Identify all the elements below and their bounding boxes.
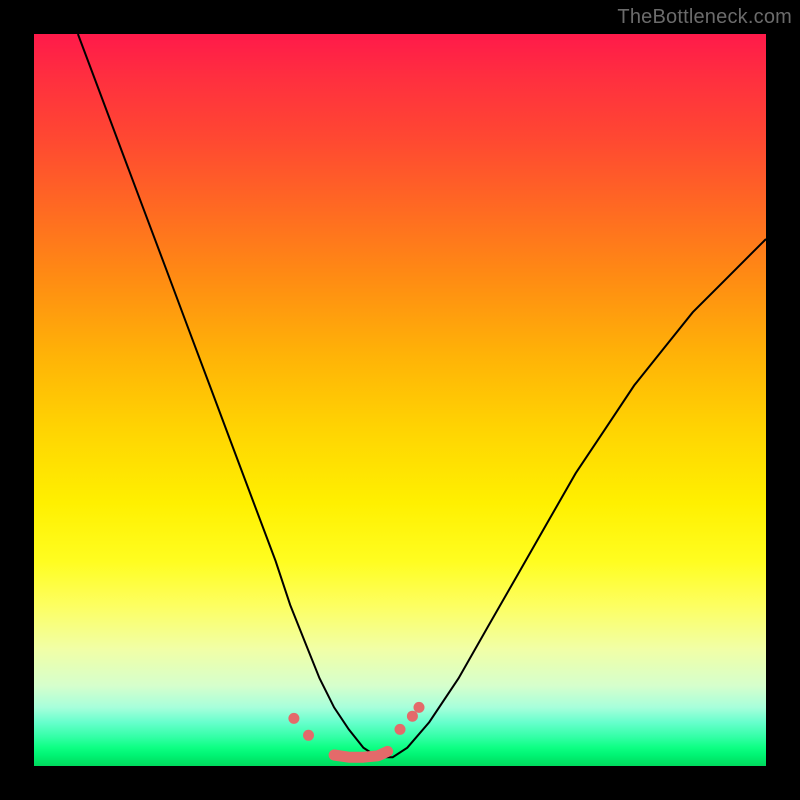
bottleneck-curve: [78, 34, 766, 757]
plot-area: [34, 34, 766, 766]
chart-stage: TheBottleneck.com: [0, 0, 800, 800]
curve-svg: [34, 34, 766, 766]
watermark-text: TheBottleneck.com: [617, 6, 792, 29]
